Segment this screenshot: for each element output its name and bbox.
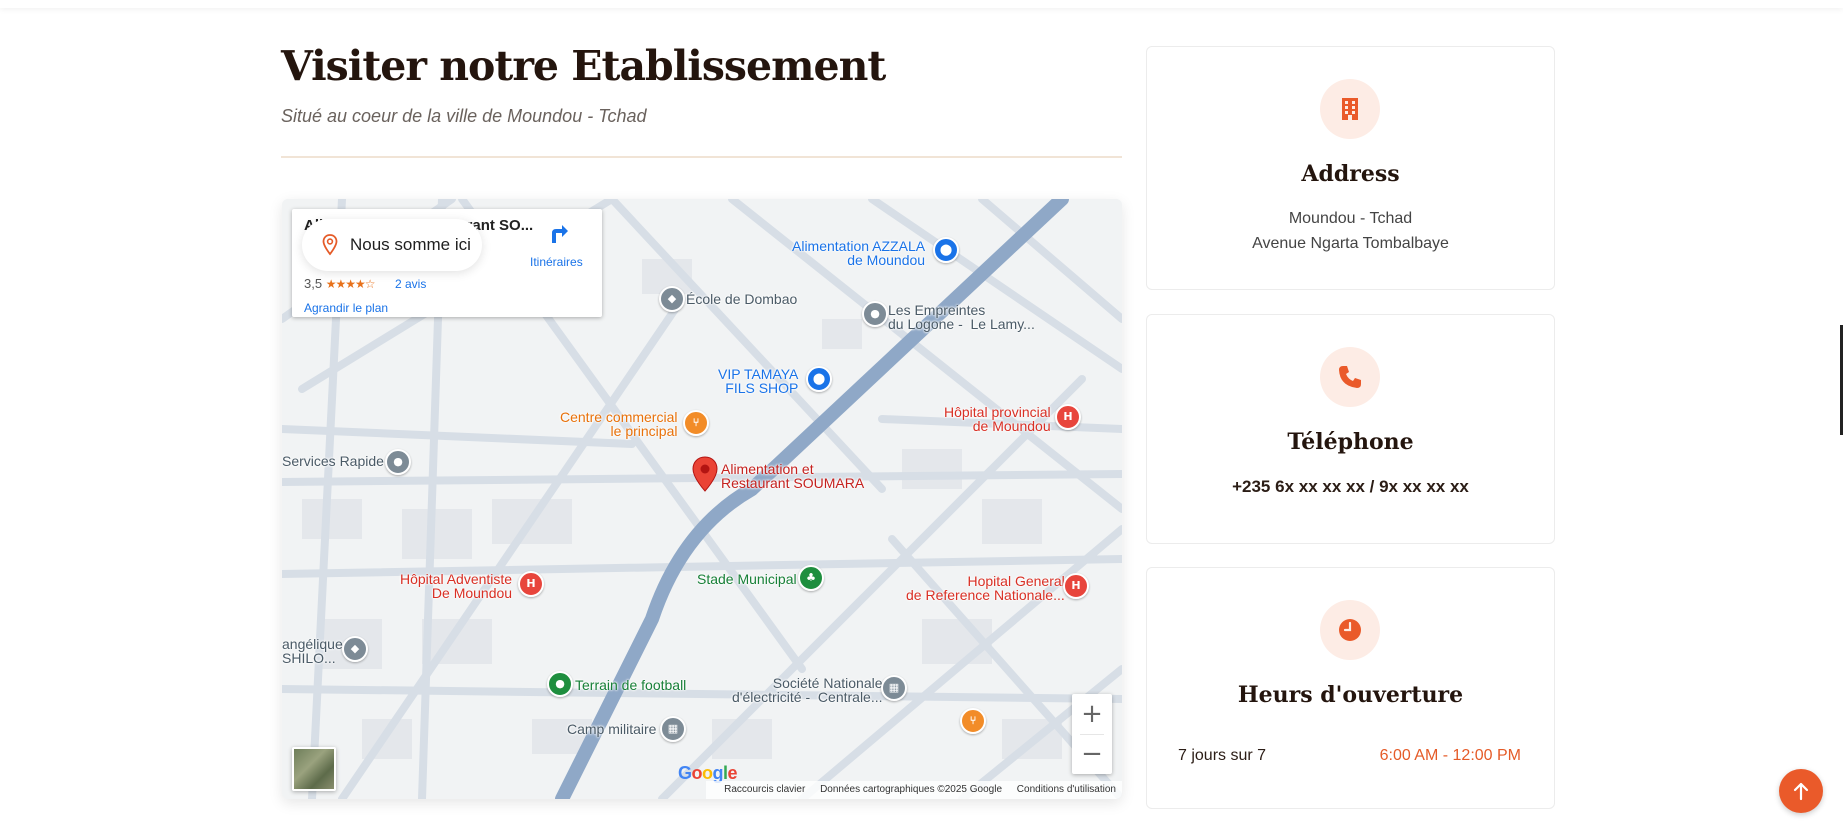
- shopping-bag-icon[interactable]: ⬤: [806, 366, 832, 392]
- map-data-credit: Données cartographiques ©2025 Google: [820, 784, 1003, 795]
- keyboard-shortcuts-link[interactable]: Raccourcis clavier: [724, 784, 805, 795]
- hours-icon-circle: [1320, 600, 1380, 660]
- poi-label[interactable]: Camp militaire: [567, 722, 656, 736]
- phone-icon: [1339, 366, 1361, 388]
- hospital-icon[interactable]: H: [1063, 573, 1089, 599]
- address-icon-circle: [1320, 79, 1380, 139]
- embedded-map[interactable]: Alimentation et Restaurant SO... Itinéra…: [282, 199, 1122, 799]
- back-to-top-button[interactable]: [1779, 769, 1823, 813]
- hours-card: Heurs d'ouverture 7 jours sur 7 6:00 AM …: [1146, 567, 1555, 809]
- satellite-toggle[interactable]: [292, 747, 336, 791]
- poi-label[interactable]: Hopital General de Reference Nationale..…: [906, 574, 1065, 602]
- phone-card: Téléphone +235 6x xx xx xx / 9x xx xx xx: [1146, 314, 1555, 544]
- place-icon[interactable]: ●: [862, 301, 888, 327]
- address-line1: Moundou - Tchad: [1288, 210, 1413, 227]
- poi-label[interactable]: Services Rapide: [282, 454, 384, 468]
- poi-label[interactable]: Stade Municipal: [697, 572, 797, 586]
- building-icon[interactable]: ▦: [660, 716, 686, 742]
- zoom-out-button[interactable]: −: [1072, 734, 1112, 774]
- zoom-separator: [1080, 734, 1104, 735]
- building-icon: [1342, 98, 1358, 120]
- location-pin-icon: [322, 234, 338, 256]
- poi-label[interactable]: École de Dombao: [686, 292, 797, 306]
- enlarge-map-link[interactable]: Agrandir le plan: [304, 301, 388, 315]
- phone-title: Téléphone: [1287, 429, 1414, 455]
- hospital-icon[interactable]: H: [518, 571, 544, 597]
- place-rating: 3,5 ★★★★☆: [304, 276, 375, 291]
- address-line2: Avenue Ngarta Tombalbaye: [1252, 235, 1449, 252]
- poi-label[interactable]: Les Empreintes du Logone - Le Lamy...: [888, 303, 1035, 331]
- building-icon[interactable]: ▦: [881, 675, 907, 701]
- terms-link[interactable]: Conditions d'utilisation: [1017, 784, 1116, 795]
- divider: [281, 156, 1122, 158]
- place-icon[interactable]: ●: [385, 449, 411, 475]
- section-subtitle: Situé au coeur de la ville de Moundou - …: [281, 106, 647, 126]
- hospital-icon[interactable]: H: [1055, 404, 1081, 430]
- school-icon[interactable]: ◆: [342, 636, 368, 662]
- poi-label[interactable]: Alimentation AZZALA de Moundou: [792, 239, 925, 267]
- hours-days: 7 jours sur 7: [1178, 747, 1267, 764]
- poi-label[interactable]: Terrain de football: [575, 678, 686, 692]
- map-attribution: Raccourcis clavier Données cartographiqu…: [706, 781, 1122, 799]
- school-icon[interactable]: ◆: [659, 286, 685, 312]
- directions-link[interactable]: Itinéraires: [530, 255, 583, 269]
- arrow-up-icon: [1793, 782, 1809, 801]
- shopping-bag-icon[interactable]: ⬤: [933, 237, 959, 263]
- poi-label[interactable]: Centre commercial le principal: [560, 410, 677, 438]
- hours-time: 6:00 AM - 12:00 PM: [1379, 747, 1521, 764]
- directions-icon[interactable]: [546, 221, 570, 245]
- zoom-controls: + −: [1072, 694, 1112, 774]
- here-pill: Nous somme ici: [302, 219, 482, 271]
- poi-label[interactable]: angélique SHILO...: [282, 637, 343, 665]
- stadium-icon[interactable]: ♣: [798, 565, 824, 591]
- here-pill-label: Nous somme ici: [350, 235, 471, 254]
- top-bar: [0, 0, 1843, 8]
- park-icon[interactable]: ●: [547, 671, 573, 697]
- zoom-in-button[interactable]: +: [1072, 694, 1112, 734]
- rating-value: 3,5: [304, 276, 323, 291]
- restaurant-icon[interactable]: ⑂: [683, 410, 709, 436]
- poi-label[interactable]: Alimentation et Restaurant SOUMARA: [721, 462, 864, 490]
- clock-icon: [1339, 619, 1361, 641]
- address-title: Address: [1301, 161, 1400, 187]
- reviews-link[interactable]: 2 avis: [395, 277, 426, 291]
- address-card: Address Moundou - Tchad Avenue Ngarta To…: [1146, 46, 1555, 290]
- restaurant-icon[interactable]: ⑂: [960, 708, 986, 734]
- phone-number[interactable]: +235 6x xx xx xx / 9x xx xx xx: [1147, 477, 1554, 497]
- rating-stars: ★★★★☆: [325, 277, 376, 291]
- section-title: Visiter notre Etablissement: [281, 42, 886, 90]
- poi-label[interactable]: Hôpital Adventiste De Moundou: [400, 572, 512, 600]
- map-pin-icon[interactable]: [692, 456, 718, 492]
- phone-icon-circle: [1320, 347, 1380, 407]
- poi-label[interactable]: Société Nationale d'électricité - Centra…: [732, 676, 883, 704]
- poi-label[interactable]: VIP TAMAYA FILS SHOP: [718, 367, 798, 395]
- poi-label[interactable]: Hôpital provincial de Moundou: [944, 405, 1051, 433]
- hours-title: Heurs d'ouverture: [1237, 682, 1464, 708]
